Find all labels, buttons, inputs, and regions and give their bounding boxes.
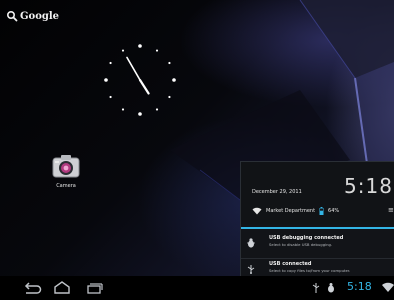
clock-hour-marker <box>104 78 108 82</box>
battery-icon <box>319 207 324 215</box>
notification-title: USB debugging connected <box>269 235 344 241</box>
usb-status-icon <box>312 283 320 293</box>
camera-icon <box>52 155 80 178</box>
status-bar-clock[interactable]: 5:18 <box>347 280 372 293</box>
notification-date: December 29, 2011 <box>252 189 302 195</box>
quick-settings-icon[interactable]: ≡ <box>388 206 394 214</box>
system-navigation-bar: 5:18 <box>0 276 394 300</box>
camera-app-shortcut[interactable]: Camera <box>48 154 84 189</box>
clock-hour-marker <box>168 95 171 99</box>
analog-clock-widget[interactable] <box>98 38 182 122</box>
battery-percentage: 64% <box>328 208 340 214</box>
notification-panel[interactable]: December 29, 2011 5:18 Market Department… <box>240 161 394 276</box>
notification-clock: 5:18 <box>344 174 393 198</box>
home-icon[interactable] <box>54 281 70 294</box>
clock-hour-marker <box>172 78 176 82</box>
wifi-status-icon <box>382 282 394 292</box>
bug-icon <box>247 238 255 248</box>
notification-panel-header[interactable]: December 29, 2011 5:18 Market Department… <box>241 162 394 224</box>
usb-icon <box>247 265 255 274</box>
camera-app-label: Camera <box>56 183 76 189</box>
bug-status-icon <box>328 283 334 293</box>
clock-hour-marker <box>109 61 112 65</box>
nav-icons-layer <box>24 281 394 294</box>
back-icon[interactable] <box>24 282 42 294</box>
network-status-row[interactable]: Market Department 64% <box>252 207 339 215</box>
clock-hour-marker <box>155 49 159 52</box>
google-search-label: Google <box>20 10 60 22</box>
clock-hour-marker <box>121 108 125 111</box>
clock-hour-marker <box>121 49 125 52</box>
clock-minute-hand <box>126 56 141 81</box>
notification-divider <box>241 227 394 229</box>
clock-hour-marker <box>109 95 112 99</box>
wifi-icon <box>252 207 262 215</box>
clock-hour-marker <box>155 108 159 111</box>
notification-title: USB connected <box>269 261 312 267</box>
search-icon <box>6 10 18 22</box>
recent-apps-icon[interactable] <box>87 283 103 294</box>
notification-subtitle: Select to disable USB debugging. <box>269 242 333 247</box>
clock-hour-marker <box>138 44 142 48</box>
clock-hour-marker <box>138 112 142 116</box>
clock-hour-hand <box>138 78 150 95</box>
notification-subtitle: Select to copy files to/from your comput… <box>269 268 351 273</box>
clock-hour-marker <box>168 61 171 65</box>
google-search-widget[interactable]: Google <box>6 10 59 22</box>
notification-usb-debugging[interactable]: USB debugging connected Select to disabl… <box>241 233 394 255</box>
network-name: Market Department <box>266 208 316 214</box>
